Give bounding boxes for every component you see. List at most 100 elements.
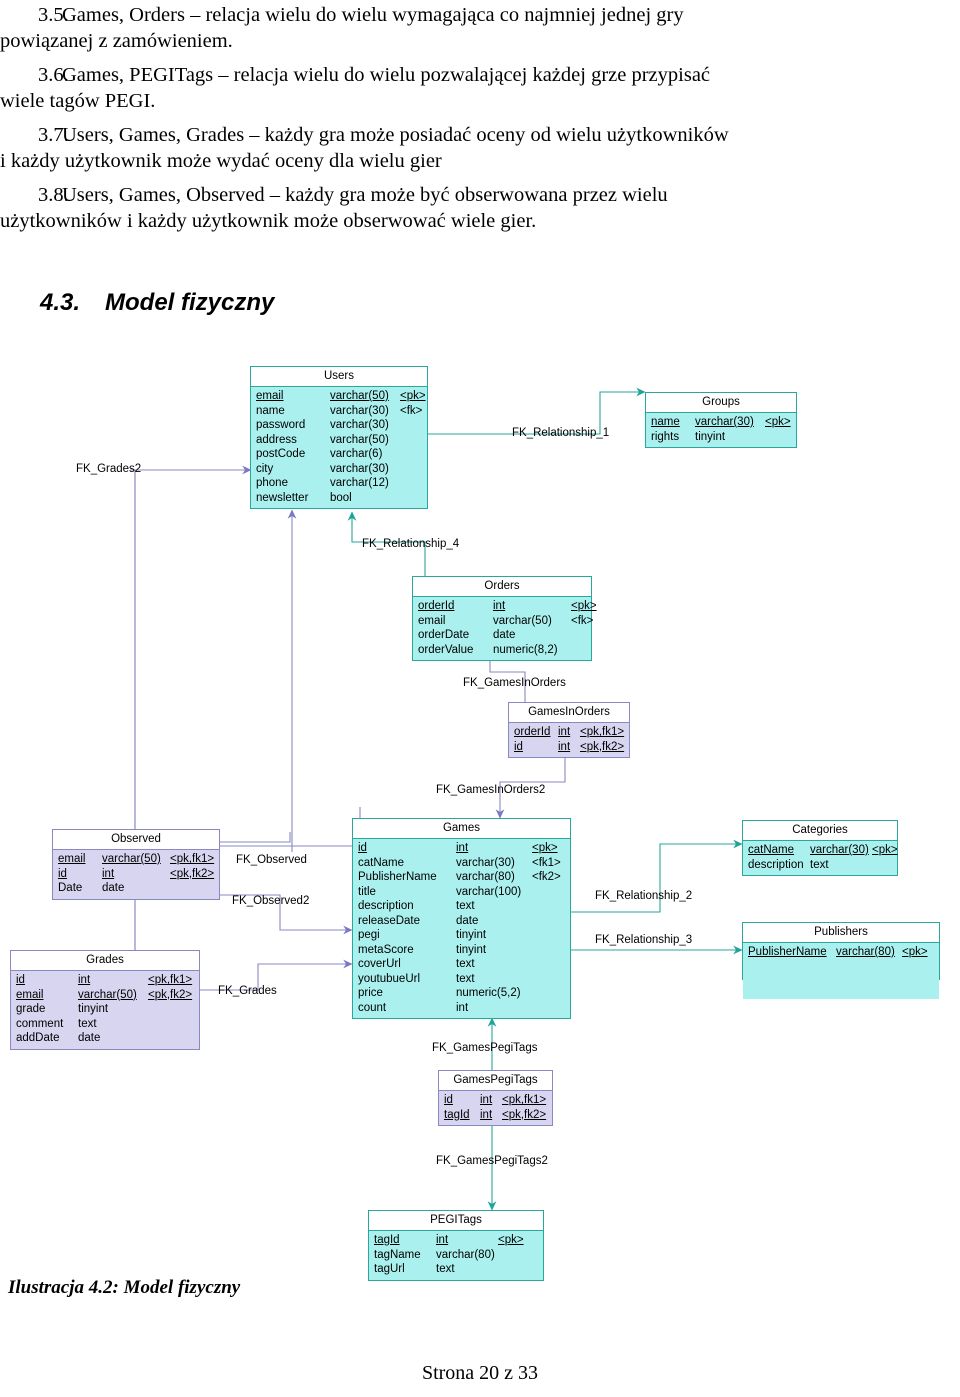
column-name: id <box>358 842 367 854</box>
column-key: <pk> <box>571 600 597 612</box>
column-key: <pk,fk2> <box>170 867 215 880</box>
entity-column-row: catName varchar(30) <pk> <box>748 843 898 858</box>
column-name: city <box>256 462 274 475</box>
column-name: catName <box>358 856 405 869</box>
column-name: id <box>444 1094 453 1106</box>
relationship-label-fk-gamespegitags: FK_GamesPegiTags <box>432 1042 538 1054</box>
entity-column-row: address varchar(50) <box>256 433 422 448</box>
list-item-line2: wiele tagów PEGI. <box>0 90 156 112</box>
column-type: int <box>480 1108 493 1121</box>
entity-table-orders[interactable]: Orders orderId int <pk> email varchar(50… <box>412 576 597 661</box>
entity-title: Orders <box>413 577 591 597</box>
list-item-number: 3.8. <box>38 184 69 206</box>
entity-column-row: description text <box>358 899 565 914</box>
entity-table-grades[interactable]: Grades id int <pk,fk1> email varchar(50)… <box>10 950 200 1050</box>
column-name: tagId <box>374 1234 400 1246</box>
entity-column-row: tagId int <pk> <box>374 1233 538 1248</box>
entity-column-row: id int <pk,fk1> <box>16 973 194 988</box>
entity-column-row: comment text <box>16 1017 194 1032</box>
column-type: varchar(30) <box>695 416 754 428</box>
entity-title: GamesInOrders <box>509 703 629 723</box>
column-type: int <box>558 740 571 753</box>
entity-title: PEGITags <box>369 1211 543 1231</box>
entity-title: Categories <box>743 821 897 841</box>
column-name: newsletter <box>256 491 309 504</box>
list-item-line2: i każdy użytkownik może wydać oceny dla … <box>0 150 442 172</box>
column-name: password <box>256 419 306 431</box>
list-item-line1: Games, Orders – relacja wielu do wielu w… <box>62 4 684 26</box>
entity-table-categories[interactable]: Categories catName varchar(30) <pk> desc… <box>742 820 898 876</box>
entity-title: Observed <box>53 830 219 850</box>
column-name: email <box>16 988 44 1001</box>
column-name: tagName <box>374 1248 421 1261</box>
section-heading-number: 4.3. <box>40 289 81 316</box>
relationship-label-fk-gamesinorders: FK_GamesInOrders <box>463 677 566 689</box>
entity-table-games[interactable]: Games id int <pk> catName varchar(30) <f… <box>352 818 571 1019</box>
column-name: orderValue <box>418 643 474 656</box>
entity-column-row: description text <box>748 858 892 873</box>
relationship-label-fk-relationship-2: FK_Relationship_2 <box>595 890 693 902</box>
document-text-block: 3.5. Games, Orders – relacja wielu do wi… <box>0 0 960 242</box>
column-type: varchar(12) <box>330 477 389 489</box>
relationship-label-fk-relationship-4: FK_Relationship_4 <box>362 538 460 550</box>
entity-column-row: coverUrl text <box>358 957 565 972</box>
entity-column-row: Date date <box>58 881 214 896</box>
column-name: pegi <box>358 929 380 941</box>
column-name: id <box>58 867 67 880</box>
section-heading-title: Model fizyczny <box>105 289 275 316</box>
entity-column-row: phone varchar(12) <box>256 476 422 491</box>
column-name: coverUrl <box>358 958 401 970</box>
entity-table-publishers[interactable]: Publishers PublisherName varchar(80) <pk… <box>742 922 940 999</box>
entity-columns: catName varchar(30) <pk> description tex… <box>743 841 898 875</box>
column-key: <fk> <box>400 404 423 417</box>
relationship-label-fk-observed: FK_Observed <box>236 854 307 866</box>
entity-table-groups[interactable]: Groups name varchar(30) <pk> rights tiny… <box>645 392 797 448</box>
column-key: <pk,fk1> <box>502 1094 547 1106</box>
entity-column-row: password varchar(30) <box>256 418 422 433</box>
entity-table-gamespegitags[interactable]: GamesPegiTags id int <pk,fk1> tagId int … <box>438 1070 553 1126</box>
entity-table-users[interactable]: Users email varchar(50) <pk> name varcha… <box>250 366 428 509</box>
entity-columns: orderId int <pk> email varchar(50) <fk> … <box>413 597 597 660</box>
column-type: varchar(30) <box>330 462 389 475</box>
column-key: <pk,fk1> <box>148 974 193 986</box>
column-name: orderId <box>514 726 551 738</box>
column-key: <pk,fk2> <box>580 740 625 753</box>
entity-column-row: orderValue numeric(8,2) <box>418 643 586 658</box>
column-type: date <box>493 629 516 641</box>
section-heading: 4.3. Model fizyczny <box>0 289 960 317</box>
column-name: phone <box>256 477 288 489</box>
entity-column-row: count int <box>358 1001 565 1016</box>
column-name: count <box>358 1001 387 1014</box>
column-key: <pk> <box>400 390 426 402</box>
column-name: name <box>651 416 680 428</box>
column-type: varchar(50) <box>330 390 389 402</box>
er-diagram: Users email varchar(50) <pk> name varcha… <box>0 352 960 1281</box>
column-name: PublisherName <box>358 871 437 883</box>
entity-title: Games <box>353 819 570 839</box>
list-item-line2: użytkowników i każdy użytkownik może obs… <box>0 210 537 232</box>
list-item-number: 3.5. <box>38 4 69 26</box>
column-type: int <box>102 867 115 880</box>
column-name: tagUrl <box>374 1263 405 1275</box>
column-type: varchar(50) <box>78 988 137 1001</box>
entity-title: Grades <box>11 951 199 971</box>
list-item-body: Games, PEGITags – relacja wielu do wielu… <box>0 62 960 114</box>
list-item-number: 3.6. <box>38 64 69 86</box>
column-type: int <box>493 600 506 612</box>
column-key: <fk2> <box>532 871 561 883</box>
entity-column-row: id int <pk,fk1> <box>444 1093 547 1108</box>
list-item: 3.8. Users, Games, Observed – każdy gra … <box>0 182 960 234</box>
entity-table-observed[interactable]: Observed email varchar(50) <pk,fk1> id i… <box>52 829 220 900</box>
entity-columns: id int <pk,fk1> email varchar(50) <pk,fk… <box>11 971 199 1049</box>
relationship-label-fk-grades2: FK_Grades2 <box>76 463 142 475</box>
column-type: varchar(50) <box>493 614 552 627</box>
entity-table-gamesinorders[interactable]: GamesInOrders orderId int <pk,fk1> id in… <box>508 702 630 758</box>
entity-column-row: catName varchar(30) <fk1> <box>358 856 565 871</box>
entity-column-row: city varchar(30) <box>256 462 422 477</box>
entity-table-pegitags[interactable]: PEGITags tagId int <pk> tagName varchar(… <box>368 1210 544 1281</box>
list-item-line1: Users, Games, Observed – każdy gra może … <box>62 184 668 206</box>
column-type: varchar(80) <box>836 946 895 958</box>
column-type: varchar(50) <box>330 433 389 446</box>
column-key: <pk,fk2> <box>502 1108 547 1121</box>
column-name: email <box>58 853 86 865</box>
